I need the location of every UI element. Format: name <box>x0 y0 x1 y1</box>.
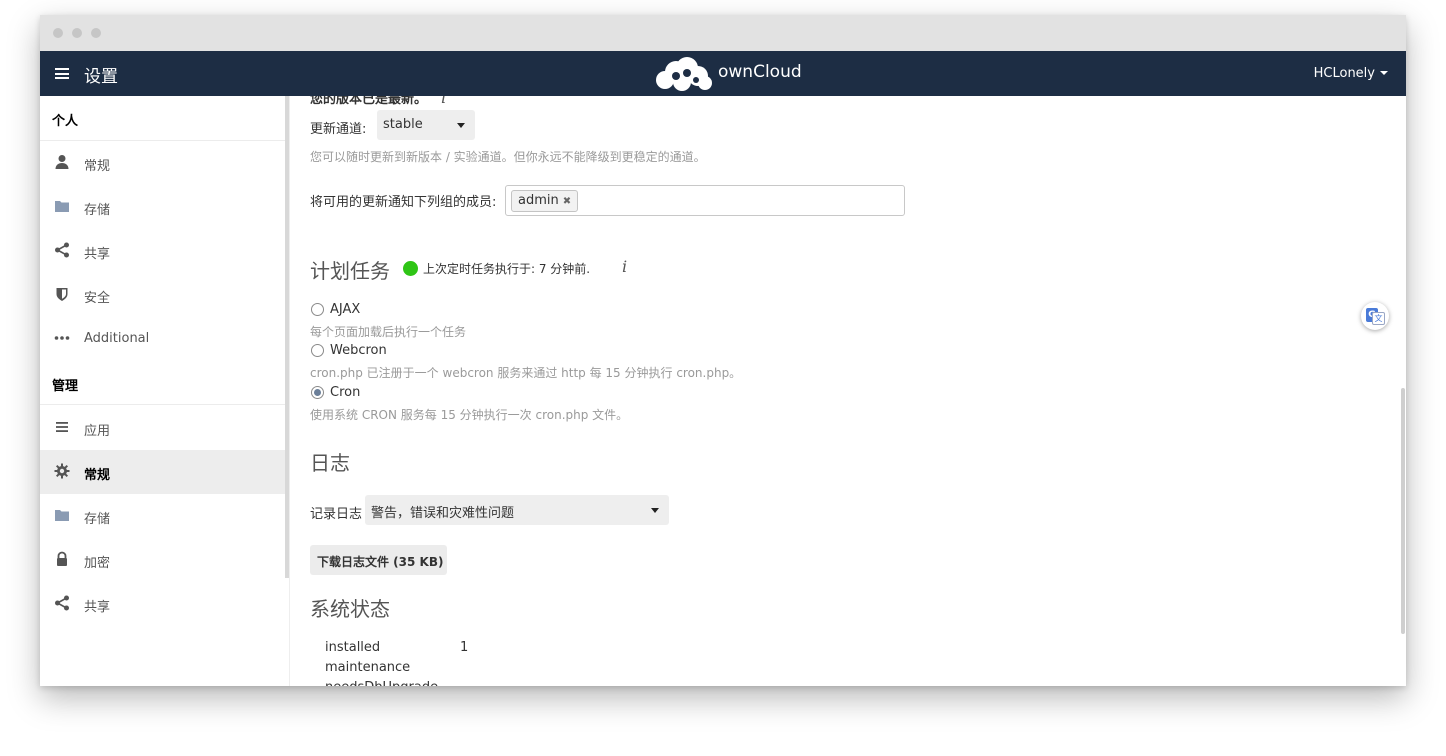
remove-tag-icon[interactable]: ✖ <box>563 196 571 207</box>
scrollbar-thumb[interactable] <box>1401 388 1405 634</box>
sidebar-item-apps[interactable]: 应用 <box>40 406 285 450</box>
shield-icon <box>56 288 68 301</box>
status-ok-icon <box>403 261 418 276</box>
update-channel-label: 更新通道: <box>310 122 367 137</box>
sidebar-item-label: 安全 <box>84 291 111 306</box>
sidebar-item-admin-storage[interactable]: 存储 <box>40 494 285 538</box>
folder-icon <box>55 201 69 212</box>
user-icon <box>55 155 69 169</box>
status-value: 1 <box>460 640 469 655</box>
update-status-text: 您的版本已是最新。 <box>310 96 428 107</box>
translate-extension-button[interactable]: G 文 <box>1361 302 1389 330</box>
sidebar-item-label: Additional <box>84 331 150 346</box>
sidebar-item-label: 应用 <box>84 424 111 439</box>
gear-icon <box>54 463 70 479</box>
log-level-label: 记录日志 <box>310 507 363 522</box>
divider <box>40 404 285 405</box>
brand-name[interactable]: ownCloud <box>718 62 802 82</box>
lock-icon <box>57 551 67 566</box>
info-icon[interactable]: i <box>441 96 446 107</box>
hamburger-menu-icon[interactable] <box>55 68 69 79</box>
cron-ajax-label[interactable]: AJAX <box>330 302 360 317</box>
content-scrollbar[interactable] <box>1400 96 1406 686</box>
status-key: installed <box>325 640 381 655</box>
window-close-dot[interactable] <box>53 28 63 38</box>
sidebar-item-label: 存储 <box>84 512 111 527</box>
group-tag-label: admin <box>518 193 559 208</box>
status-key: needsDbUpgrade <box>325 680 438 686</box>
cron-webcron-label[interactable]: Webcron <box>330 343 387 358</box>
cron-ajax-desc: 每个页面加载后执行一个任务 <box>310 325 467 339</box>
sidebar-item-label: 共享 <box>84 600 111 615</box>
window-titlebar <box>40 15 1406 51</box>
sidebar-heading-admin: 管理 <box>52 379 79 394</box>
cron-section-title: 计划任务 <box>310 259 390 283</box>
share-icon <box>55 242 69 258</box>
folder-icon <box>55 510 69 521</box>
log-level-value: 警告，错误和灾难性问题 <box>371 506 515 521</box>
owncloud-logo-icon[interactable] <box>652 56 714 92</box>
sidebar-scrollbar[interactable] <box>285 96 289 578</box>
cron-last-run: 上次定时任务执行于: 7 分钟前. <box>423 262 591 276</box>
settings-sidebar: 个人 常规 存储 共享 安全 Additional 管理 应用 常规 存储 加密… <box>40 96 290 686</box>
cron-system-label[interactable]: Cron <box>330 385 360 400</box>
sidebar-item-additional[interactable]: Additional <box>40 317 285 361</box>
sidebar-item-personal-sharing[interactable]: 共享 <box>40 229 285 273</box>
settings-content: 您的版本已是最新。 i 更新通道: stable 您可以随时更新到新版本 / 实… <box>290 96 1406 686</box>
browser-window: 设置 ownCloud HCLonely 个人 常规 存储 共享 安全 Addi… <box>40 15 1406 686</box>
group-tag[interactable]: admin ✖ <box>511 190 579 212</box>
window-maximize-dot[interactable] <box>91 28 101 38</box>
sidebar-item-personal-storage[interactable]: 存储 <box>40 185 285 229</box>
sidebar-item-label: 存储 <box>84 203 111 218</box>
cron-system-radio[interactable] <box>311 386 324 399</box>
cron-system-desc: 使用系统 CRON 服务每 15 分钟执行一次 cron.php 文件。 <box>310 408 629 422</box>
sidebar-heading-personal: 个人 <box>52 114 79 129</box>
status-key: maintenance <box>325 660 411 675</box>
cron-ajax-radio[interactable] <box>311 303 324 316</box>
user-name[interactable]: HCLonely <box>1314 66 1375 81</box>
cron-webcron-radio[interactable] <box>311 344 324 357</box>
log-level-select[interactable]: 警告，错误和灾难性问题 <box>365 495 669 525</box>
sidebar-item-admin-general[interactable]: 常规 <box>40 450 285 494</box>
user-menu[interactable]: HCLonely <box>1314 66 1388 81</box>
info-icon[interactable]: i <box>622 257 627 276</box>
top-header: 设置 ownCloud HCLonely <box>40 51 1406 96</box>
log-section-title: 日志 <box>310 451 350 475</box>
sidebar-item-admin-sharing[interactable]: 共享 <box>40 582 285 626</box>
update-channel-value: stable <box>383 117 423 132</box>
translate-icon: 文 <box>1372 312 1385 325</box>
update-channel-hint: 您可以随时更新到新版本 / 实验通道。但你永远不能降级到更稳定的通道。 <box>310 150 706 164</box>
app-title[interactable]: 设置 <box>84 62 118 87</box>
sidebar-item-label: 常规 <box>84 468 111 483</box>
sidebar-item-personal-general[interactable]: 常规 <box>40 141 285 185</box>
update-notify-groups-input[interactable]: admin ✖ <box>505 185 905 216</box>
window-minimize-dot[interactable] <box>72 28 82 38</box>
sidebar-item-security[interactable]: 安全 <box>40 273 285 317</box>
download-log-button[interactable]: 下载日志文件 (35 KB) <box>310 545 447 575</box>
chevron-down-icon <box>651 508 659 513</box>
sidebar-item-label: 共享 <box>84 247 111 262</box>
update-channel-select[interactable]: stable <box>377 110 475 140</box>
chevron-down-icon <box>457 123 465 128</box>
more-icon <box>54 336 70 340</box>
system-status-title: 系统状态 <box>310 597 390 621</box>
update-notify-label: 将可用的更新通知下列组的成员: <box>310 195 497 210</box>
sidebar-item-encryption[interactable]: 加密 <box>40 538 285 582</box>
sidebar-item-label: 加密 <box>84 556 111 571</box>
download-log-label: 下载日志文件 (35 KB) <box>317 555 444 569</box>
list-icon <box>56 422 68 432</box>
cron-webcron-desc: cron.php 已注册于一个 webcron 服务来通过 http 每 15 … <box>310 366 742 380</box>
sidebar-item-label: 常规 <box>84 159 111 174</box>
share-icon <box>55 595 69 611</box>
caret-down-icon <box>1380 71 1388 75</box>
